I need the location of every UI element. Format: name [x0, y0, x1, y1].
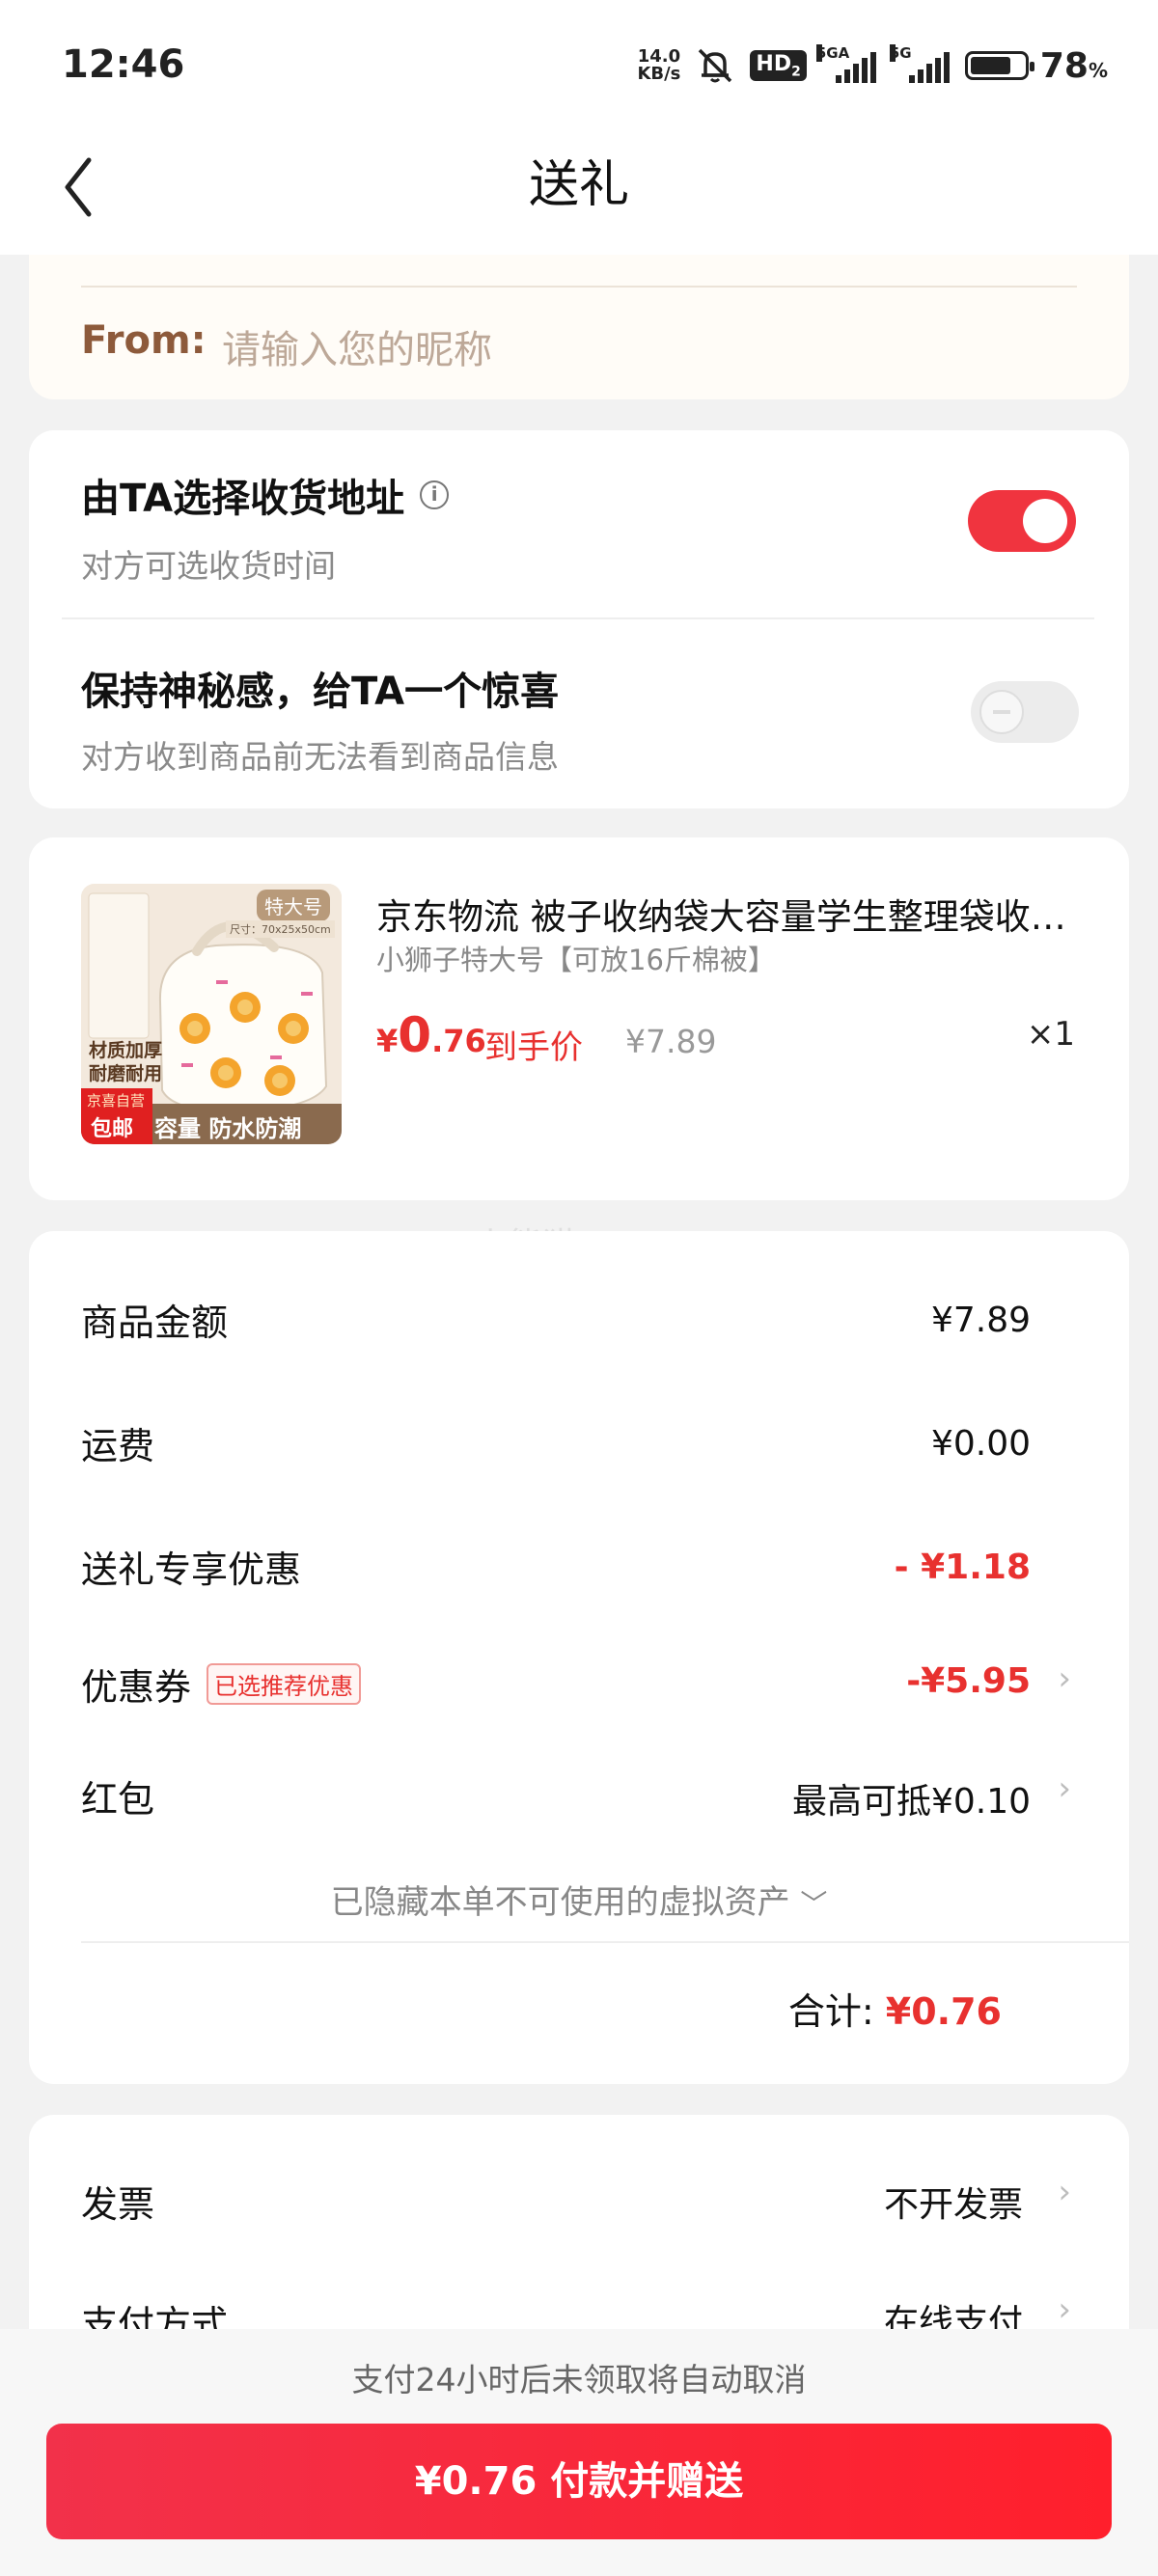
store-badge: 京喜自营: [87, 1092, 146, 1110]
from-divider: [81, 286, 1077, 288]
mute-bell-icon: [699, 48, 732, 83]
back-button[interactable]: [58, 149, 116, 226]
info-icon[interactable]: i: [420, 480, 450, 509]
gift-discount-value: - ¥1.18: [894, 1548, 1031, 1587]
invoice-chevron-icon[interactable]: ›: [1058, 2173, 1071, 2211]
invoice-label: 发票: [81, 2183, 155, 2226]
page-title: 送礼: [528, 156, 629, 214]
free-ship-badge: 包邮: [91, 1117, 134, 1141]
hd-icon: HD2: [750, 49, 807, 82]
product-price: ¥0.76: [376, 1007, 486, 1063]
hidden-assets-text: 已隐藏本单不可使用的虚拟资产: [330, 1883, 790, 1922]
option-mystery-subtitle: 对方收到商品前无法看到商品信息: [81, 738, 559, 776]
goods-amount-value: ¥7.89: [930, 1301, 1031, 1340]
price-tag: 到手价: [484, 1028, 583, 1067]
original-price: ¥7.89: [625, 1023, 717, 1060]
feature-label-2: 耐磨耐用: [89, 1063, 163, 1084]
dims-label: 尺寸：70x25x50cm: [226, 920, 335, 938]
options-divider: [62, 617, 1094, 619]
option-mystery-title: 保持神秘感，给TA一个惊喜: [81, 670, 560, 714]
battery-icon: [964, 51, 1034, 80]
pay-and-gift-button[interactable]: ¥0.76 付款并赠送: [46, 2424, 1112, 2539]
pay-method-chevron-icon[interactable]: ›: [1058, 2290, 1071, 2329]
chevron-down-icon: ﹀: [800, 1888, 828, 1920]
option-address-title-row: 由TA选择收货地址 i: [81, 467, 450, 523]
battery-percent: 78%: [1039, 45, 1108, 86]
gift-discount-label: 送礼专享优惠: [81, 1548, 302, 1591]
feature-label-1: 材质加厚: [89, 1040, 163, 1061]
hidden-assets-toggle[interactable]: 已隐藏本单不可使用的虚拟资产 ﹀: [29, 1876, 1129, 1923]
goods-amount-label: 商品金额: [81, 1302, 229, 1344]
net-speed-unit: KB/s: [637, 64, 681, 84]
address-toggle[interactable]: [968, 490, 1076, 552]
option-address-subtitle: 对方可选收货时间: [81, 547, 336, 585]
signal1-label: 5GA: [815, 44, 850, 62]
status-time: 12:46: [62, 42, 185, 87]
red-packet-label: 红包: [81, 1778, 155, 1821]
red-packet-chevron-icon[interactable]: ›: [1058, 1769, 1071, 1808]
image-footer-text: 容量 防水防潮: [154, 1115, 302, 1142]
fee-divider: [81, 1941, 1129, 1943]
product-name[interactable]: 京东物流 被子收纳袋大容量学生整理袋收纳袋: [376, 888, 1071, 940]
coupon-badge: 已选推荐优惠: [207, 1663, 362, 1705]
shipping-label: 运费: [81, 1425, 155, 1467]
total-label: 合计:: [787, 1990, 874, 2033]
status-icons: 14.0 KB/s HD2 5GA 5G 78%: [637, 44, 1108, 87]
invoice-value[interactable]: 不开发票: [884, 2177, 1023, 2227]
option-address-title: 由TA选择收货地址: [81, 477, 405, 521]
nickname-input[interactable]: 请输入您的昵称: [222, 318, 492, 374]
chevron-left-icon: [65, 157, 92, 217]
cancel-notice: 支付24小时后未领取将自动取消: [351, 2361, 807, 2398]
signal-5g-icon: 5G: [889, 44, 953, 83]
total-row: 合计: ¥0.76: [788, 1982, 1002, 2035]
net-speed: 14.0 KB/s: [637, 48, 680, 83]
coupon-row[interactable]: 优惠券 已选推荐优惠: [81, 1658, 362, 1711]
signal-5ga-icon: 5GA: [815, 44, 880, 83]
size-tag: 特大号: [257, 890, 330, 921]
product-quantity: ×1: [1026, 1015, 1075, 1054]
shipping-value: ¥0.00: [930, 1424, 1031, 1464]
total-value: ¥0.76: [885, 1990, 1002, 2033]
mystery-toggle[interactable]: [971, 681, 1079, 743]
coupon-chevron-icon[interactable]: ›: [1058, 1659, 1071, 1698]
product-spec: 小狮子特大号【可放16斤棉被】: [376, 944, 776, 976]
coupon-value: -¥5.95: [906, 1661, 1031, 1701]
red-packet-value[interactable]: 最高可抵¥0.10: [792, 1773, 1031, 1823]
product-image[interactable]: 特大号 尺寸：70x25x50cm 材质加厚 耐磨耐用 京喜自营 包邮 容量 防…: [81, 884, 342, 1144]
signal2-label: 5G: [889, 44, 912, 62]
from-label: From:: [81, 318, 207, 363]
coupon-label: 优惠券: [81, 1666, 192, 1709]
